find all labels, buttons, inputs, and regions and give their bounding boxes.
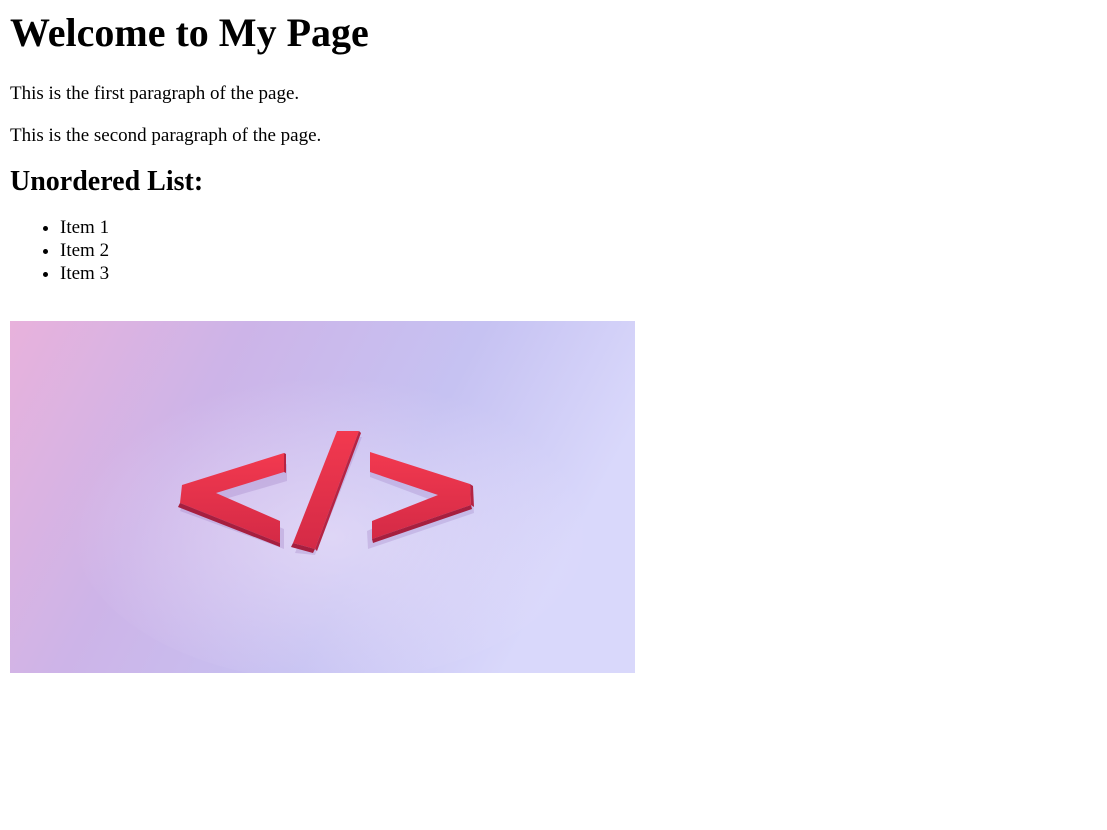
list-item: Item 3 (60, 262, 1100, 285)
list-heading: Unordered List: (10, 166, 204, 197)
list-item: Item 2 (60, 239, 1100, 262)
list-item: Item 1 (60, 216, 1100, 239)
page-content: Welcome to My Page This is the first par… (10, 0, 1100, 673)
page-title: Welcome to My Page (10, 10, 369, 55)
code-tag-image (10, 321, 635, 673)
second-paragraph: This is the second paragraph of the page… (10, 125, 322, 146)
first-paragraph: This is the first paragraph of the page. (10, 83, 300, 104)
unordered-list: Item 1 Item 2 Item 3 (10, 216, 1100, 285)
